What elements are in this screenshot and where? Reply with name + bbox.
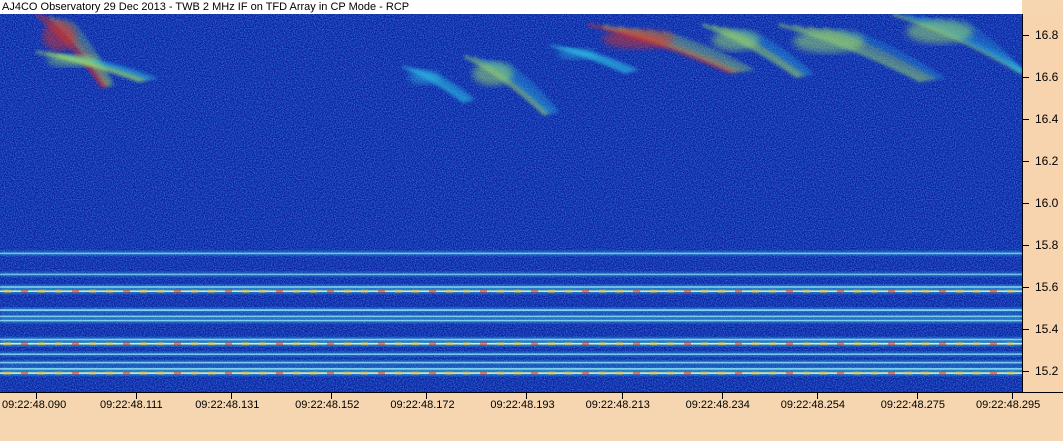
band-line — [0, 307, 1022, 313]
y-tick-mark — [1023, 329, 1029, 330]
y-tick-label: 16.0 — [1035, 196, 1059, 210]
x-tick-label: 09:22:48.275 — [880, 399, 945, 411]
y-tick-label: 16.6 — [1035, 70, 1059, 84]
band-line — [0, 360, 1022, 366]
y-tick-label: 16.4 — [1035, 112, 1059, 126]
x-axis: 09:22:48.090 09:22:48.111 09:22:48.131 09:2… — [0, 392, 1063, 441]
x-tick-label: 09:22:48.193 — [490, 399, 555, 411]
spectrogram-svg — [0, 14, 1022, 392]
band-line — [0, 337, 1022, 342]
corner-fill — [1022, 0, 1063, 14]
x-tick-label: 09:22:48.152 — [295, 399, 360, 411]
x-tick-label: 09:22:48.172 — [390, 399, 455, 411]
y-tick-label: 15.2 — [1035, 364, 1059, 378]
y-tick-mark — [1023, 161, 1029, 162]
y-tick-label: 15.8 — [1035, 238, 1059, 252]
y-tick-label: 15.4 — [1035, 322, 1059, 336]
y-tick-mark — [1023, 77, 1029, 78]
band-line — [0, 313, 1022, 319]
x-tick-label: 09:22:48.254 — [780, 399, 846, 411]
x-tick-label: 09:22:48.090 — [2, 399, 67, 411]
band-line — [0, 351, 1022, 357]
x-tick-label: 09:22:48.213 — [585, 399, 650, 411]
y-tick-mark — [1023, 203, 1029, 204]
x-tick-label: 09:22:48.295 — [976, 399, 1041, 411]
spectrogram-plot[interactable] — [0, 14, 1022, 392]
band-line — [0, 366, 1022, 372]
y-tick-mark — [1023, 35, 1029, 36]
y-tick-mark — [1023, 287, 1029, 288]
band-line — [0, 271, 1022, 277]
x-tick-label: 09:22:48.111 — [99, 399, 163, 411]
band-line — [0, 250, 1022, 256]
band-line — [0, 284, 1022, 290]
y-axis: 15.2 15.4 15.6 15.8 16.0 16.2 16.4 16.6 16.8 — [1022, 14, 1063, 392]
y-tick-label: 15.6 — [1035, 280, 1059, 294]
y-tick-label: 16.8 — [1035, 28, 1059, 42]
chart-title: AJ4CO Observatory 29 Dec 2013 - TWB 2 MH… — [0, 0, 1024, 14]
x-tick-label: 09:22:48.234 — [685, 399, 750, 411]
y-tick-mark — [1023, 119, 1029, 120]
y-tick-mark — [1023, 371, 1029, 372]
y-tick-mark — [1023, 245, 1029, 246]
y-tick-label: 16.2 — [1035, 154, 1059, 168]
x-tick-label: 09:22:48.131 — [195, 399, 260, 411]
